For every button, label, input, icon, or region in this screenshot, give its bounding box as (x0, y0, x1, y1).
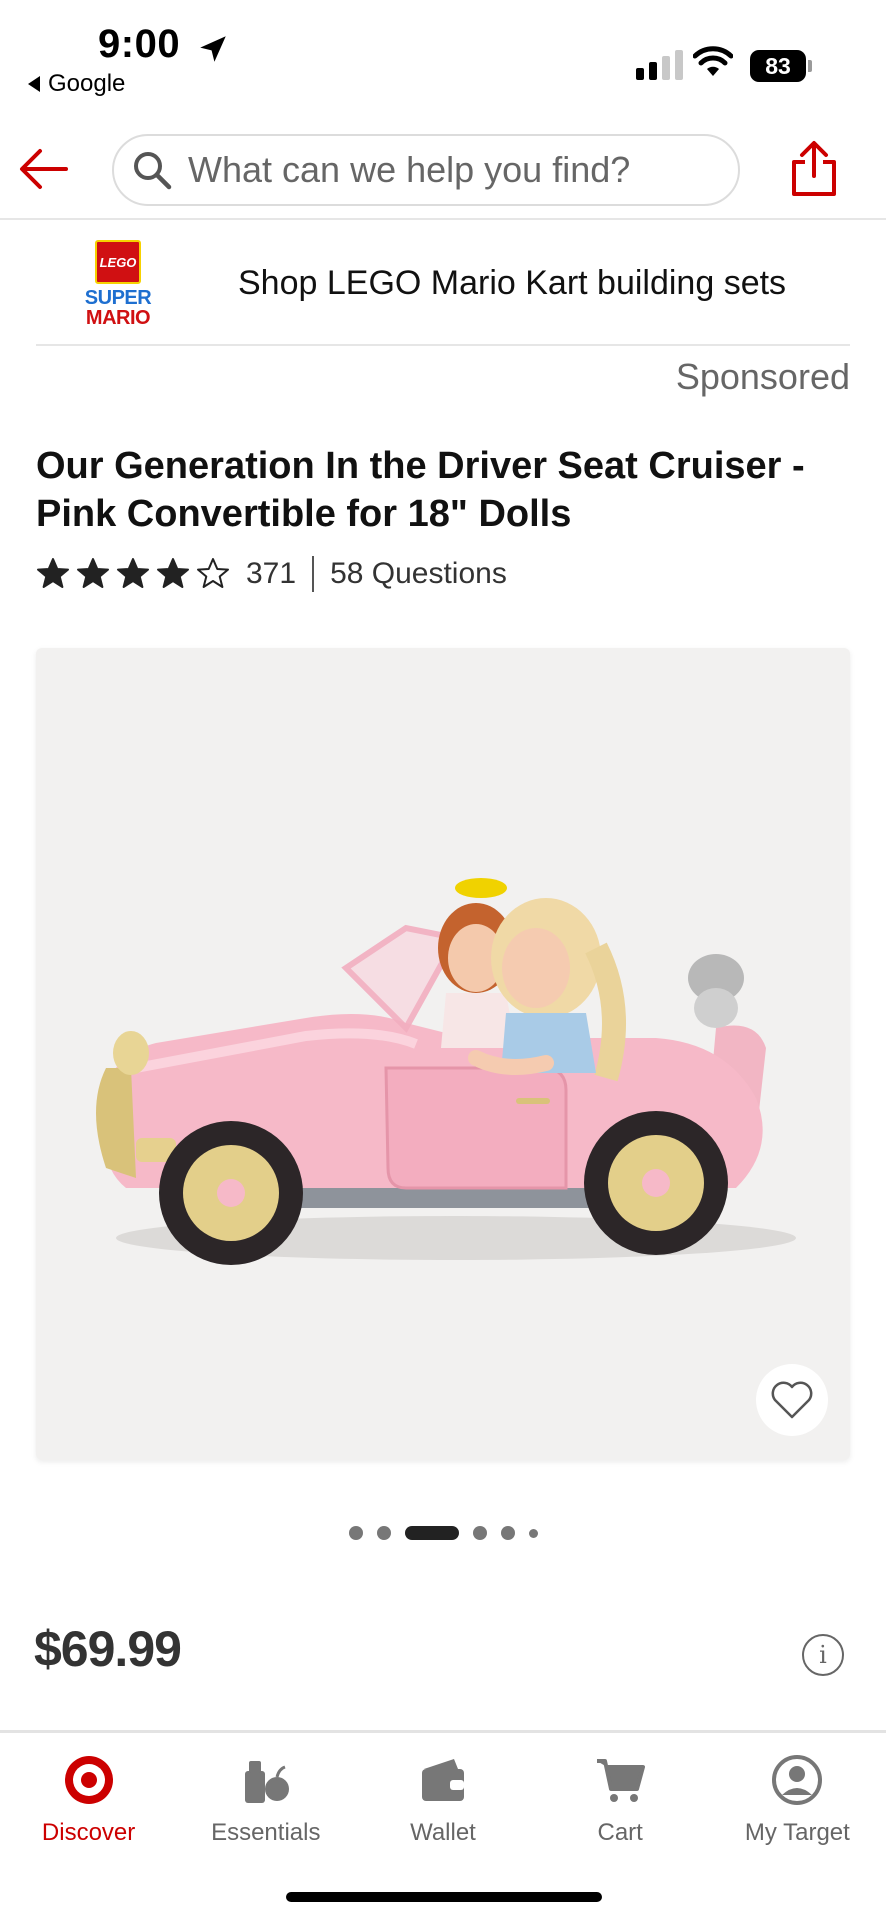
nav-label-cart: Cart (597, 1819, 643, 1846)
carousel-dot[interactable] (472, 1526, 487, 1540)
wifi-icon (693, 46, 733, 76)
star-filled-icon (157, 558, 189, 588)
review-count: 371 (246, 557, 297, 590)
status-time: 9:00 (98, 22, 181, 66)
nav-item-discover[interactable]: Discover (0, 1753, 177, 1847)
search-bar[interactable] (112, 134, 740, 206)
lego-mario-logo: LEGO SUPER MARIO (68, 228, 168, 338)
top-header (0, 120, 886, 220)
product-title: Our Generation In the Driver Seat Cruise… (36, 445, 805, 535)
wallet-icon (421, 1759, 464, 1801)
product-image-carousel[interactable] (36, 648, 850, 1460)
star-rating (36, 557, 230, 591)
star-filled-icon (37, 558, 69, 588)
star-filled-icon (117, 558, 149, 588)
sponsored-label: Sponsored (675, 356, 850, 397)
nav-item-wallet[interactable]: Wallet (354, 1753, 531, 1847)
battery-indicator: 83 (750, 50, 812, 82)
super-mario-line1: SUPER (84, 287, 152, 309)
target-bullseye-icon (64, 1756, 113, 1804)
carousel-dot[interactable] (528, 1528, 538, 1538)
search-input[interactable] (188, 149, 728, 191)
sponsored-banner[interactable]: LEGO SUPER MARIO Shop LEGO Mario Kart bu… (36, 222, 850, 346)
nav-item-essentials[interactable]: Essentials (177, 1753, 354, 1847)
super-mario-line2: MARIO (85, 307, 151, 329)
pink-convertible-car-image (96, 878, 796, 1265)
star-filled-icon (77, 558, 109, 588)
location-arrow-icon (200, 36, 226, 62)
nav-label-essentials: Essentials (211, 1819, 321, 1846)
rating-row[interactable]: 371 58 Questions (36, 550, 507, 598)
back-app-label: Google (48, 70, 126, 97)
carousel-dot-active[interactable] (404, 1526, 459, 1540)
share-icon[interactable] (790, 138, 838, 198)
product-price: $69.99 (34, 1621, 182, 1677)
lego-logo-box: LEGO (95, 240, 141, 284)
nav-label-my-target: My Target (744, 1819, 850, 1846)
carousel-dot[interactable] (376, 1526, 391, 1540)
account-icon (772, 1755, 823, 1805)
super-mario-wordmark: SUPER MARIO (68, 288, 168, 328)
sponsored-banner-text: Shop LEGO Mario Kart building sets (238, 263, 787, 302)
nav-item-cart[interactable]: Cart (532, 1753, 709, 1847)
carousel-dot[interactable] (348, 1526, 363, 1540)
home-indicator (286, 1892, 602, 1902)
nav-item-my-target[interactable]: My Target (709, 1753, 886, 1847)
star-empty-icon (197, 558, 229, 588)
back-triangle-icon (28, 76, 40, 92)
status-bar: 9:00 Google 83 (0, 0, 886, 110)
essentials-icon (244, 1761, 289, 1803)
back-arrow-icon[interactable] (18, 146, 70, 192)
carousel-dot[interactable] (500, 1526, 515, 1540)
favorite-button[interactable] (756, 1364, 828, 1436)
questions-link[interactable]: 58 Questions (330, 557, 507, 591)
cellular-signal-icon (636, 50, 683, 80)
carousel-dots[interactable] (0, 1526, 886, 1540)
rating-divider (312, 556, 315, 592)
back-to-app-link[interactable]: Google (28, 70, 125, 98)
nav-label-wallet: Wallet (410, 1819, 476, 1846)
search-icon (134, 152, 172, 190)
nav-label-discover: Discover (41, 1819, 136, 1846)
heart-icon (771, 1381, 813, 1419)
cart-icon (597, 1759, 646, 1802)
price-info-icon[interactable]: i (802, 1634, 844, 1676)
